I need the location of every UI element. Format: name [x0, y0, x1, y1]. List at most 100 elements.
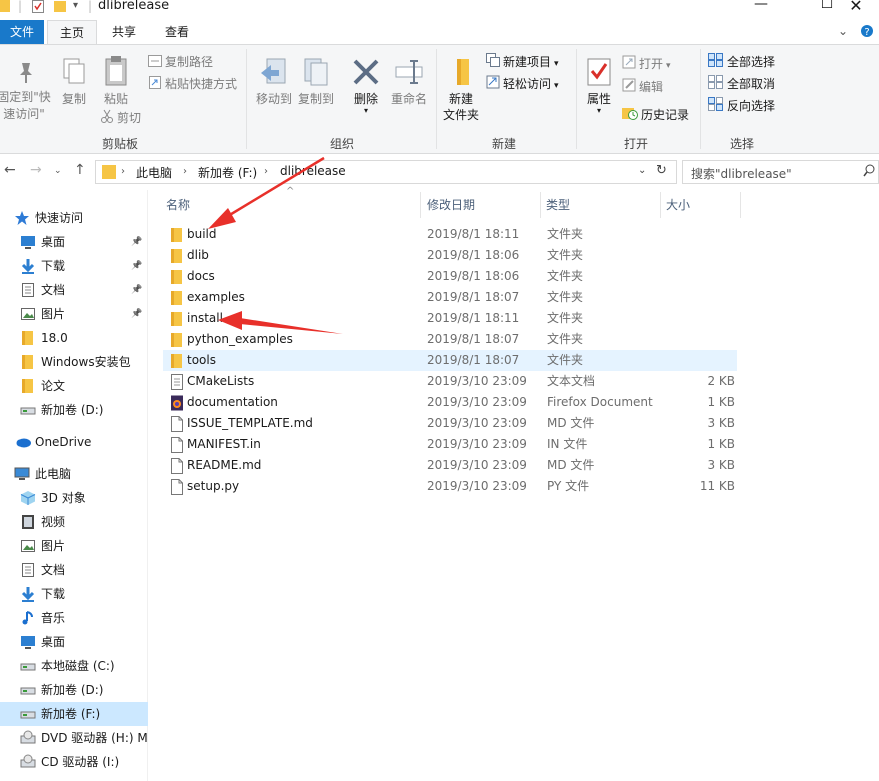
file-date: 2019/3/10 23:09	[427, 437, 527, 451]
file-row[interactable]: tools 2019/8/1 18:07 文件夹	[163, 350, 737, 371]
invert-selection-button[interactable]: 反向选择	[708, 97, 775, 117]
sidebar-item-label: 18.0	[41, 331, 68, 345]
customize-quick-access-icon[interactable]: ▾	[73, 0, 78, 14]
copy-button[interactable]: 复制	[58, 57, 90, 107]
edit-button[interactable]: 编辑	[622, 78, 663, 98]
copy-to-button[interactable]: 复制到	[296, 57, 336, 107]
column-separator[interactable]	[660, 192, 661, 218]
help-icon[interactable]: ?	[860, 24, 874, 41]
file-row[interactable]: docs 2019/8/1 18:06 文件夹	[163, 266, 737, 287]
sidebar-item[interactable]: 下载 📌	[0, 254, 148, 278]
navigation-pane[interactable]: 快速访问 桌面 📌 下载 📌 文档 📌 图片 📌 18.0 Windows安装包 论文 新加卷 (D:)…	[0, 190, 148, 781]
sidebar-item[interactable]: OneDrive	[0, 430, 148, 454]
column-separator[interactable]	[420, 192, 421, 218]
sidebar-item[interactable]: 新加卷 (F:)	[0, 702, 148, 726]
sidebar-item[interactable]: 下载	[0, 582, 148, 606]
sidebar-item[interactable]: 图片 📌	[0, 302, 148, 326]
tab-share[interactable]: 共享	[100, 20, 148, 44]
new-folder-button[interactable]: 新建 文件夹	[440, 57, 482, 123]
tab-home[interactable]: 主页	[47, 20, 97, 45]
file-icon	[169, 416, 185, 432]
new-folder-quick-icon[interactable]	[54, 0, 66, 14]
sidebar-item[interactable]: Windows安装包	[0, 350, 148, 374]
new-item-button[interactable]: 新建项目 ▾	[486, 53, 559, 73]
column-header-type[interactable]: 类型	[546, 192, 570, 218]
column-header-date[interactable]: 修改日期	[427, 192, 475, 218]
properties-dropdown-icon[interactable]: ▾	[580, 107, 618, 115]
properties-button[interactable]: 属性 ▾	[580, 57, 618, 115]
refresh-icon[interactable]: ↻	[656, 163, 667, 178]
breadcrumb-this-pc[interactable]: 此电脑	[136, 164, 172, 181]
sidebar-item[interactable]: 此电脑	[0, 462, 148, 486]
minimize-button[interactable]: —	[738, 0, 784, 14]
collapse-ribbon-icon[interactable]: ⌄	[838, 24, 848, 38]
move-to-button[interactable]: 移动到	[254, 57, 294, 107]
sidebar-item[interactable]: 桌面	[0, 630, 148, 654]
up-arrow-icon[interactable]: ↑	[74, 162, 86, 178]
open-button[interactable]: 打开 ▾	[622, 55, 671, 75]
easy-access-button[interactable]: 轻松访问 ▾	[486, 75, 559, 95]
column-header-size[interactable]: 大小	[666, 192, 690, 218]
sidebar-item[interactable]: 文档	[0, 558, 148, 582]
breadcrumb-drive-f[interactable]: 新加卷 (F:)	[198, 164, 257, 181]
sidebar-item[interactable]: CD 驱动器 (I:)	[0, 750, 148, 774]
delete-dropdown-icon[interactable]: ▾	[346, 107, 386, 115]
column-separator[interactable]	[540, 192, 541, 218]
sidebar-item[interactable]: 图片	[0, 534, 148, 558]
easy-access-icon	[486, 75, 500, 94]
search-input[interactable]: 搜索"dlibrelease"	[691, 165, 792, 182]
file-row[interactable]: README.md 2019/3/10 23:09 MD 文件 3 KB	[163, 455, 737, 476]
close-button[interactable]: ✕	[833, 0, 879, 15]
address-dropdown-icon[interactable]: ⌄	[638, 165, 646, 176]
forward-arrow-icon[interactable]: →	[30, 162, 42, 178]
file-row[interactable]: CMakeLists 2019/3/10 23:09 文本文档 2 KB	[163, 371, 737, 392]
file-list[interactable]: 名称 ^ 修改日期 类型 大小 build 2019/8/1 18:11 文件夹 dl…	[160, 186, 879, 781]
file-row[interactable]: MANIFEST.in 2019/3/10 23:09 IN 文件 1 KB	[163, 434, 737, 455]
sidebar-item[interactable]: 新加卷 (D:)	[0, 398, 148, 422]
sidebar-item[interactable]: 本地磁盘 (C:)	[0, 654, 148, 678]
tab-file[interactable]: 文件	[0, 20, 44, 44]
copy-path-button[interactable]: 复制路径	[148, 53, 213, 73]
file-row[interactable]: examples 2019/8/1 18:07 文件夹	[163, 287, 737, 308]
file-size: 1 KB	[707, 437, 735, 451]
file-row[interactable]: ISSUE_TEMPLATE.md 2019/3/10 23:09 MD 文件 3 K…	[163, 413, 737, 434]
address-bar[interactable]: › 此电脑 › 新加卷 (F:) › dlibrelease ⌄ ↻	[95, 160, 677, 184]
file-icon	[169, 437, 185, 453]
sidebar-item[interactable]: 3D 对象	[0, 486, 148, 510]
sidebar-item[interactable]: 论文	[0, 374, 148, 398]
search-box[interactable]: 搜索"dlibrelease"	[682, 160, 879, 184]
history-button[interactable]: 历史记录	[622, 105, 689, 125]
file-row[interactable]: install 2019/8/1 18:11 文件夹	[163, 308, 737, 329]
pin-to-quick-access-button[interactable]: 固定到"快 速访问"	[0, 59, 52, 123]
file-row[interactable]: setup.py 2019/3/10 23:09 PY 文件 11 KB	[163, 476, 737, 497]
properties-quick-icon[interactable]	[32, 0, 44, 14]
breadcrumb-dlibrelease[interactable]: dlibrelease	[280, 164, 346, 178]
sidebar-item[interactable]: 新加卷 (D:)	[0, 678, 148, 702]
select-none-button[interactable]: 全部取消	[708, 75, 775, 95]
file-date: 2019/8/1 18:07	[427, 290, 520, 304]
select-all-button[interactable]: 全部选择	[708, 53, 775, 73]
sidebar-item[interactable]: DVD 驱动器 (H:) M	[0, 726, 148, 750]
file-row[interactable]: dlib 2019/8/1 18:06 文件夹	[163, 245, 737, 266]
sidebar-item[interactable]: 视频	[0, 510, 148, 534]
recent-locations-chevron-icon[interactable]: ⌄	[54, 166, 62, 176]
file-row[interactable]: documentation 2019/3/10 23:09 Firefox Docu…	[163, 392, 737, 413]
column-separator[interactable]	[740, 192, 741, 218]
back-arrow-icon[interactable]: ←	[4, 162, 16, 178]
sidebar-item[interactable]: 音乐	[0, 606, 148, 630]
file-row[interactable]: build 2019/8/1 18:11 文件夹	[163, 224, 737, 245]
paste-shortcut-button[interactable]: 粘贴快捷方式	[148, 75, 237, 95]
column-header-name[interactable]: 名称	[166, 192, 190, 218]
file-row[interactable]: python_examples 2019/8/1 18:07 文件夹	[163, 329, 737, 350]
sidebar-item[interactable]: 桌面 📌	[0, 230, 148, 254]
group-separator	[246, 49, 247, 149]
sidebar-item[interactable]: 快速访问	[0, 206, 148, 230]
delete-button[interactable]: 删除 ▾	[346, 57, 386, 115]
sidebar-item[interactable]: 文档 📌	[0, 278, 148, 302]
cut-button[interactable]: 剪切	[100, 109, 141, 129]
sidebar-item[interactable]: 18.0	[0, 326, 148, 350]
paste-button[interactable]: 粘贴	[98, 55, 134, 107]
tab-view[interactable]: 查看	[152, 20, 202, 44]
rename-button[interactable]: 重命名	[388, 57, 430, 107]
copy-icon	[63, 58, 85, 84]
